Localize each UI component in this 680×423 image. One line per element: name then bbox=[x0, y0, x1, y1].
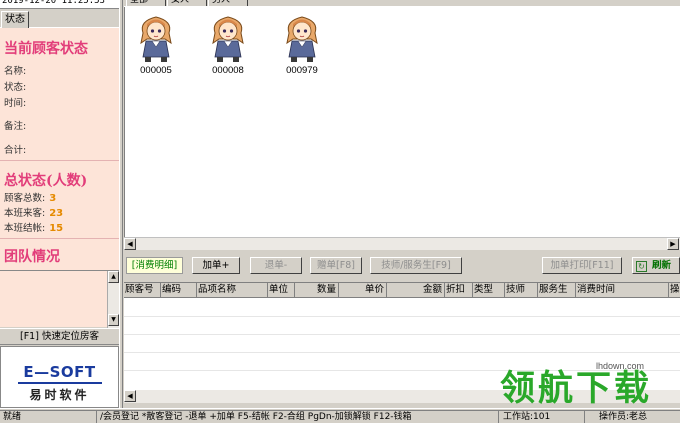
table-row bbox=[124, 316, 680, 317]
room-filter-tabs: 全部 女人 男人 bbox=[124, 0, 680, 7]
total-customers-label: 顾客总数: bbox=[4, 193, 46, 204]
col-operation[interactable]: 操 bbox=[669, 283, 680, 298]
tab-men[interactable]: 男人 bbox=[208, 0, 248, 6]
print-order-button[interactable]: 加单打印[F11] bbox=[542, 257, 622, 274]
room-number: 000979 bbox=[286, 65, 318, 76]
team-list[interactable]: ▲ ▼ bbox=[0, 270, 119, 328]
current-customer-title: 当前顾客状态 bbox=[4, 41, 88, 57]
status-shortcuts: /会员登记 *散客登记 -退单 +加单 F5-结帐 F2-合组 PgDn-加锁解… bbox=[96, 410, 498, 423]
technician-button[interactable]: 技师/服务生[F9] bbox=[370, 257, 462, 274]
watermark-text: 领航下载 bbox=[500, 369, 653, 409]
room-number: 000005 bbox=[140, 65, 172, 76]
shift-checkouts: 本班结帐: 15 bbox=[4, 220, 63, 234]
table-row bbox=[124, 334, 680, 335]
logo-main-text: E—SOFT bbox=[23, 363, 96, 381]
col-unit-price[interactable]: 单价 bbox=[339, 283, 387, 298]
col-amount[interactable]: 金额 bbox=[387, 283, 445, 298]
divider bbox=[0, 238, 119, 239]
tab-status[interactable]: 状态 bbox=[1, 11, 29, 28]
table-row bbox=[124, 352, 680, 353]
shift-arrivals-label: 本班来客: bbox=[4, 208, 46, 219]
customer-status-panel: 当前顾客状态 名称: 状态: 时间: 备注: 合计: 总状态(人数) 顾客总数:… bbox=[0, 28, 119, 270]
shift-checkouts-value: 15 bbox=[49, 223, 64, 234]
field-time-label: 时间: bbox=[4, 98, 27, 109]
left-tabstrip: 状态 bbox=[0, 9, 119, 28]
team-status-title: 团队情况 bbox=[4, 249, 60, 265]
col-type[interactable]: 类型 bbox=[473, 283, 505, 298]
scroll-up-icon[interactable]: ▲ bbox=[108, 271, 119, 283]
panel-splitter[interactable] bbox=[119, 0, 123, 408]
field-status-label: 状态: bbox=[4, 82, 27, 93]
remove-order-button[interactable]: 退单- bbox=[250, 257, 302, 274]
shift-arrivals: 本班来客: 23 bbox=[4, 205, 63, 219]
col-discount[interactable]: 折扣 bbox=[445, 283, 473, 298]
quick-find-button[interactable]: [F1] 快速定位房客 bbox=[0, 328, 119, 345]
field-note-label: 备注: bbox=[4, 121, 27, 132]
divider bbox=[0, 160, 119, 161]
col-item-name[interactable]: 品项名称 bbox=[197, 283, 268, 298]
gift-order-button[interactable]: 赠单[F8] bbox=[310, 257, 362, 274]
status-operator: 操作员:老总 bbox=[584, 410, 680, 423]
status-workstation: 工作站:101 bbox=[498, 410, 584, 423]
clock-display: 2019-12-20 11:25:53 bbox=[0, 0, 119, 9]
status-ready: 就绪 bbox=[0, 410, 96, 423]
total-status-title: 总状态(人数) bbox=[4, 173, 88, 189]
field-total-label: 合计: bbox=[4, 145, 27, 156]
col-customer-no[interactable]: 顾客号 bbox=[124, 283, 161, 298]
team-scrollbar[interactable]: ▲ ▼ bbox=[107, 271, 119, 328]
refresh-button[interactable]: ↻ 刷新 bbox=[632, 257, 680, 274]
tab-women[interactable]: 女人 bbox=[167, 0, 207, 6]
customer-avatar-icon bbox=[140, 16, 172, 62]
consumption-detail-label: [消费明细] bbox=[126, 257, 183, 274]
left-panel: 2019-12-20 11:25:53 状态 当前顾客状态 名称: 状态: 时间… bbox=[0, 0, 119, 408]
refresh-label: 刷新 bbox=[652, 260, 672, 271]
total-customers: 顾客总数: 3 bbox=[4, 190, 56, 204]
shift-arrivals-value: 23 bbox=[49, 208, 64, 219]
room-card[interactable]: 000008 bbox=[203, 13, 253, 76]
room-number: 000008 bbox=[212, 65, 244, 76]
logo-sub-text: 易时软件 bbox=[29, 388, 90, 402]
col-quantity[interactable]: 数量 bbox=[295, 283, 339, 298]
esoft-logo: E—SOFT 易时软件 bbox=[0, 346, 119, 408]
watermark: lhdown.com 领航下载 bbox=[498, 358, 680, 409]
scroll-down-icon[interactable]: ▼ bbox=[108, 314, 119, 326]
scroll-left-icon[interactable]: ◀ bbox=[124, 238, 136, 250]
room-area-scrollbar[interactable]: ◀ ▶ bbox=[124, 237, 680, 250]
customer-avatar-icon bbox=[286, 16, 318, 62]
scroll-right-icon[interactable]: ▶ bbox=[667, 238, 679, 250]
tab-all[interactable]: 全部 bbox=[126, 0, 166, 6]
refresh-icon: ↻ bbox=[636, 261, 647, 272]
col-server[interactable]: 服务生 bbox=[538, 283, 576, 298]
scroll-left-icon[interactable]: ◀ bbox=[124, 390, 136, 402]
col-code[interactable]: 编码 bbox=[161, 283, 197, 298]
col-unit[interactable]: 单位 bbox=[268, 283, 295, 298]
consumption-toolbar: [消费明细] 加单+ 退单- 赠单[F8] 技师/服务生[F9] 加单打印[F1… bbox=[124, 255, 680, 276]
status-bar: 就绪 /会员登记 *散客登记 -退单 +加单 F5-结帐 F2-合组 PgDn-… bbox=[0, 408, 680, 423]
table-header: 顾客号 编码 品项名称 单位 数量 单价 金额 折扣 类型 技师 服务生 消费时… bbox=[124, 283, 680, 298]
field-name-label: 名称: bbox=[4, 66, 27, 77]
room-card[interactable]: 000005 bbox=[131, 13, 181, 76]
room-card[interactable]: 000979 bbox=[277, 13, 327, 76]
total-customers-value: 3 bbox=[49, 193, 57, 204]
col-technician[interactable]: 技师 bbox=[505, 283, 538, 298]
add-order-button[interactable]: 加单+ bbox=[192, 257, 240, 274]
shift-checkouts-label: 本班结帐: bbox=[4, 223, 46, 234]
customer-avatar-icon bbox=[212, 16, 244, 62]
room-icon-area: 000005 000008 000979 bbox=[124, 7, 680, 237]
logo-rule bbox=[18, 382, 102, 384]
col-time[interactable]: 消费时间 bbox=[576, 283, 669, 298]
